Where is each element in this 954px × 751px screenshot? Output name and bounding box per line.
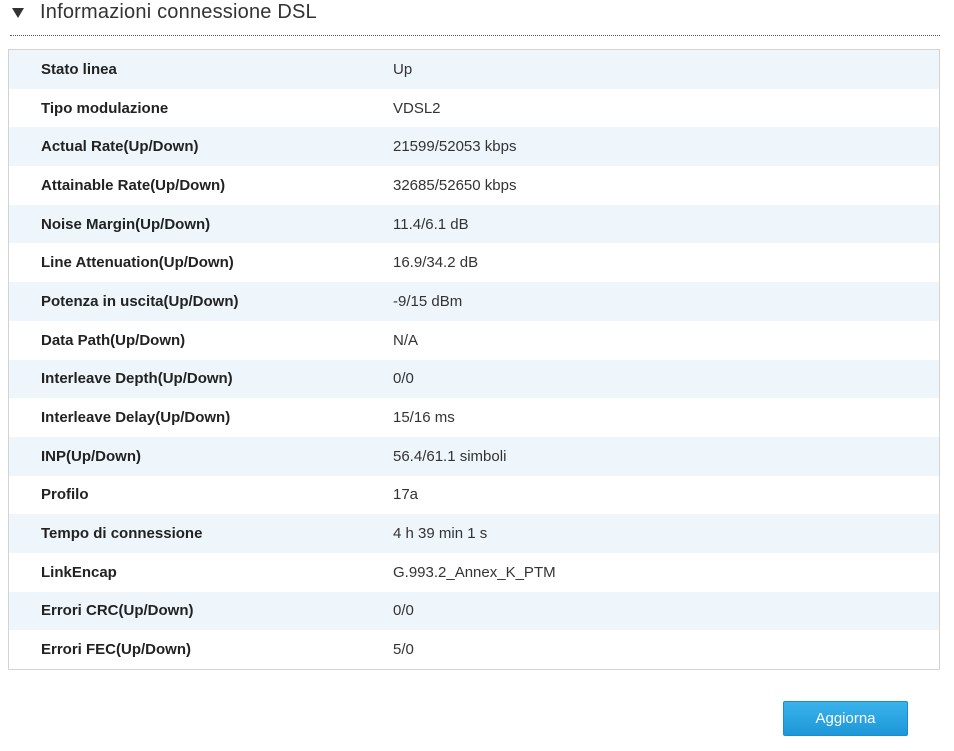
table-row: Profilo 17a bbox=[9, 475, 939, 515]
row-value: 17a bbox=[393, 486, 419, 504]
table-row: LinkEncap G.993.2_Annex_K_PTM bbox=[9, 552, 939, 592]
table-row: Errori FEC(Up/Down) 5/0 bbox=[9, 630, 939, 669]
dsl-info-table: Stato linea Up Tipo modulazione VDSL2 Ac… bbox=[8, 49, 940, 670]
section-title: Informazioni connessione DSL bbox=[40, 1, 317, 23]
row-value: VDSL2 bbox=[393, 99, 441, 117]
row-label: Profilo bbox=[41, 486, 89, 504]
table-row: Actual Rate(Up/Down) 21599/52053 kbps bbox=[9, 127, 939, 167]
row-label: INP(Up/Down) bbox=[41, 447, 141, 465]
row-value: Up bbox=[393, 60, 413, 78]
row-label: Attainable Rate(Up/Down) bbox=[41, 176, 226, 194]
row-value: 21599/52053 kbps bbox=[393, 138, 517, 156]
row-label: Stato linea bbox=[41, 60, 117, 78]
row-label: Interleave Delay(Up/Down) bbox=[41, 409, 231, 427]
row-label: Interleave Depth(Up/Down) bbox=[41, 370, 233, 388]
row-label: Errori FEC(Up/Down) bbox=[41, 641, 191, 659]
table-row: Tipo modulazione VDSL2 bbox=[9, 88, 939, 128]
row-label: Potenza in uscita(Up/Down) bbox=[41, 292, 239, 310]
table-row: Tempo di connessione 4 h 39 min 1 s bbox=[9, 514, 939, 553]
row-value: G.993.2_Annex_K_PTM bbox=[393, 563, 556, 581]
section-header: Informazioni connessione DSL bbox=[10, 0, 940, 36]
table-row: INP(Up/Down) 56.4/61.1 simboli bbox=[9, 436, 939, 476]
row-value: -9/15 dBm bbox=[393, 292, 463, 310]
table-row: Line Attenuation(Up/Down) 16.9/34.2 dB bbox=[9, 243, 939, 283]
table-row: Potenza in uscita(Up/Down) -9/15 dBm bbox=[9, 282, 939, 321]
row-label: Actual Rate(Up/Down) bbox=[41, 138, 199, 156]
row-label: Tempo di connessione bbox=[41, 525, 203, 543]
row-value: 32685/52650 kbps bbox=[393, 176, 517, 194]
row-label: Noise Margin(Up/Down) bbox=[41, 215, 211, 233]
row-value: 5/0 bbox=[393, 641, 414, 659]
row-value: 16.9/34.2 dB bbox=[393, 254, 479, 272]
row-value: 4 h 39 min 1 s bbox=[393, 525, 488, 543]
row-label: Tipo modulazione bbox=[41, 99, 169, 117]
row-label: Errori CRC(Up/Down) bbox=[41, 602, 194, 620]
row-label: Line Attenuation(Up/Down) bbox=[41, 254, 234, 272]
row-value: N/A bbox=[393, 331, 419, 349]
table-row: Interleave Delay(Up/Down) 15/16 ms bbox=[9, 398, 939, 437]
row-value: 0/0 bbox=[393, 370, 414, 388]
refresh-button[interactable]: Aggiorna bbox=[783, 701, 908, 736]
row-label: Data Path(Up/Down) bbox=[41, 331, 186, 349]
collapse-triangle-icon[interactable] bbox=[12, 7, 24, 18]
row-value: 0/0 bbox=[393, 602, 414, 620]
table-row: Attainable Rate(Up/Down) 32685/52650 kbp… bbox=[9, 166, 939, 205]
table-row: Errori CRC(Up/Down) 0/0 bbox=[9, 591, 939, 631]
table-row: Data Path(Up/Down) N/A bbox=[9, 320, 939, 360]
row-value: 15/16 ms bbox=[393, 409, 455, 427]
row-label: LinkEncap bbox=[41, 563, 117, 581]
row-value: 11.4/6.1 dB bbox=[393, 215, 469, 233]
table-row: Interleave Depth(Up/Down) 0/0 bbox=[9, 359, 939, 399]
row-value: 56.4/61.1 simboli bbox=[393, 447, 507, 465]
table-row: Noise Margin(Up/Down) 11.4/6.1 dB bbox=[9, 204, 939, 244]
table-row: Stato linea Up bbox=[9, 50, 939, 89]
